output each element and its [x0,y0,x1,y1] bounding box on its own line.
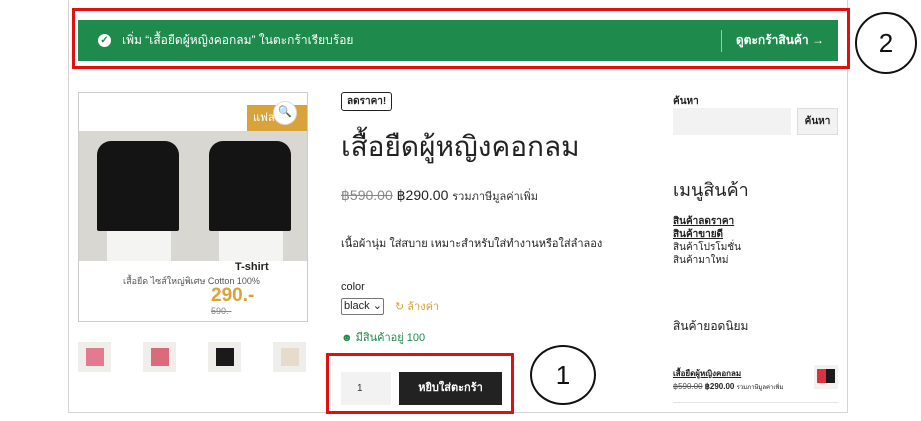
color-select[interactable]: black ⌄ [341,298,384,315]
magnifier-icon[interactable]: 🔍 [273,101,297,125]
stock-label: มีสินค้าอยู่ 100 [355,332,426,344]
highlight-box-1 [326,353,514,414]
model-pants-right [219,231,283,261]
search-button[interactable]: ค้นหา [797,108,838,135]
color-label: color [341,281,365,293]
popular-item-price: ฿590.00 ฿290.00 รวมภาษีมูลค่าเพิ่ม [673,380,783,395]
refresh-icon: ↻ [395,301,405,313]
menu-title: เมนูสินค้า [673,180,749,200]
menu-item-promotion[interactable]: สินค้าโปรโมชั่น [673,241,741,254]
thumbnail-red[interactable] [143,342,176,372]
popular-item: เสื้อยืดผู้หญิงคอกลม ฿590.00 ฿290.00 รวม… [673,367,783,395]
stock-status: ☻ มีสินค้าอยู่ 100 [341,328,425,346]
popular-item-old-price: ฿590.00 [673,382,703,391]
model-pants-left [107,231,171,261]
image-brand-text: T-shirt [235,261,269,273]
popular-item-thumbnail[interactable] [814,365,838,389]
popular-title: สินค้ายอดนิยม [673,319,749,333]
search-label: ค้นหา [673,96,699,107]
thumbnail-black[interactable] [208,342,241,372]
sale-badge: ลดราคา! [341,92,393,111]
thumb-red-shirt [817,369,826,383]
thumbnail-black-shirt [216,348,234,366]
old-price: ฿590.00 [341,187,393,203]
image-price-text: 290.- [211,285,255,306]
clear-label: ล้างค่า [407,301,440,313]
highlight-box-2 [72,8,850,69]
gallery-thumbnails [78,342,308,376]
product-menu: สินค้าลดราคา สินค้าขายดี สินค้าโปรโมชั่น… [673,215,741,267]
popular-item-tax: รวมภาษีมูลค่าเพิ่ม [736,385,784,391]
new-price: ฿290.00 [396,187,449,203]
menu-item-sale[interactable]: สินค้าลดราคา [673,215,741,228]
tax-note: รวมภาษีมูลค่าเพิ่ม [452,191,539,203]
sidebar-divider [673,402,838,403]
thumbnail-beige-shirt [281,348,299,366]
product-gallery[interactable]: แฟลช 🔍 T-shirt เสื้อยืด ไซส์ใหญ่พิเศษ Co… [78,92,308,322]
product-description: เนื้อผ้านุ่ม ใส่สบาย เหมาะสำหรับใส่ทำงาน… [341,238,603,250]
clear-variation-link[interactable]: ↻ ล้างค่า [395,297,439,315]
smile-icon: ☻ [341,332,353,344]
product-price: ฿590.00 ฿290.00 รวมภาษีมูลค่าเพิ่ม [341,187,538,205]
image-old-price-text: 590.- [211,306,232,316]
shirt-back-image [209,141,291,231]
search-input[interactable] [673,108,791,135]
shirt-front-image [97,141,179,231]
thumbnail-pink[interactable] [78,342,111,372]
thumbnail-pink-shirt [86,348,104,366]
popular-item-name[interactable]: เสื้อยืดผู้หญิงคอกลม [673,367,783,380]
annotation-circle-1: 1 [530,345,596,405]
popular-item-new-price: ฿290.00 [704,382,735,391]
thumbnail-beige[interactable] [273,342,306,372]
menu-item-new[interactable]: สินค้ามาใหม่ [673,254,741,267]
menu-item-bestseller[interactable]: สินค้าขายดี [673,228,741,241]
thumb-black-shirt [826,369,835,383]
thumbnail-red-shirt [151,348,169,366]
product-title: เสื้อยืดผู้หญิงคอกลม [341,131,580,162]
annotation-circle-2: 2 [855,12,917,74]
